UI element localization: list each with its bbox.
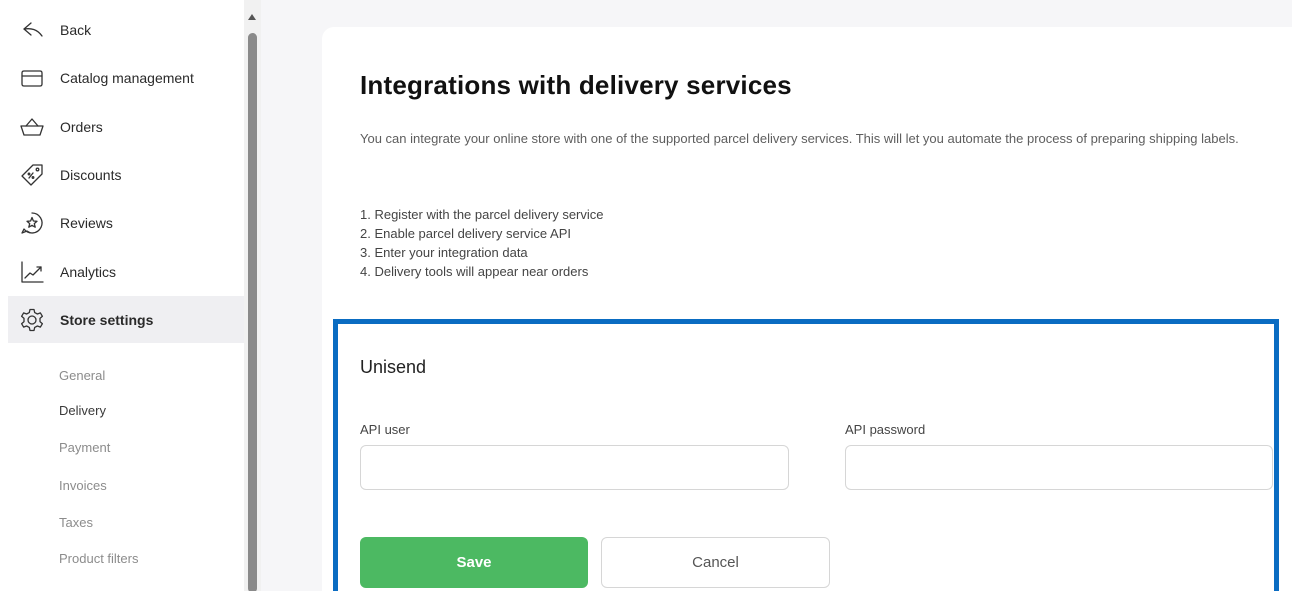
back-arrow-icon [18, 16, 46, 44]
sidebar-item-back[interactable]: Back [8, 6, 244, 53]
sidebar-item-label: Store settings [60, 311, 154, 328]
sidebar-item-reviews[interactable]: Reviews [8, 199, 244, 246]
star-bubble-icon [18, 209, 46, 237]
sidebar-item-label: Orders [60, 118, 103, 135]
integration-title: Unisend [360, 357, 427, 377]
sidebar: Back Catalog management Orders Discounts… [0, 0, 244, 591]
sidebar-item-label: Reviews [60, 214, 113, 231]
sidebar-item-analytics[interactable]: Analytics [8, 248, 244, 295]
folder-icon [18, 64, 46, 92]
scroll-up-arrow-icon[interactable] [248, 14, 256, 20]
save-button[interactable]: Save [360, 537, 588, 588]
sidebar-item-label: Analytics [60, 263, 117, 280]
api-user-label: API user [360, 422, 410, 437]
sidebar-item-store-settings[interactable]: Store settings [8, 296, 244, 343]
subnav-item-invoices[interactable]: Invoices [59, 478, 107, 493]
step-item: 4. Delivery tools will appear near order… [360, 264, 589, 279]
sidebar-scrollbar[interactable] [244, 0, 261, 591]
chart-trend-icon [18, 258, 46, 286]
subnav-item-product-filters[interactable]: Product filters [59, 551, 138, 566]
api-password-input[interactable] [845, 445, 1273, 490]
subnav-item-delivery[interactable]: Delivery [59, 403, 106, 418]
main-card: Integrations with delivery services You … [322, 27, 1292, 591]
unisend-integration-panel: Unisend API user API password Save Cance… [333, 319, 1279, 591]
subnav-item-taxes[interactable]: Taxes [59, 515, 93, 530]
page-title: Integrations with delivery services [360, 70, 792, 100]
api-password-label: API password [845, 422, 926, 437]
discount-tag-icon [18, 161, 46, 189]
basket-icon [18, 113, 46, 141]
sidebar-item-catalog-management[interactable]: Catalog management [8, 54, 244, 101]
step-item: 1. Register with the parcel delivery ser… [360, 207, 604, 222]
subnav-item-payment[interactable]: Payment [59, 440, 110, 455]
steps-list: 1. Register with the parcel delivery ser… [360, 205, 604, 281]
sidebar-item-discounts[interactable]: Discounts [8, 151, 244, 198]
subnav-item-general[interactable]: General [59, 368, 105, 383]
sidebar-item-orders[interactable]: Orders [8, 103, 244, 150]
step-item: 3. Enter your integration data [360, 245, 528, 260]
scrollbar-thumb[interactable] [248, 33, 257, 591]
cancel-button[interactable]: Cancel [601, 537, 830, 588]
sidebar-item-label: Back [60, 21, 92, 38]
sidebar-item-label: Discounts [60, 166, 122, 183]
step-item: 2. Enable parcel delivery service API [360, 226, 571, 241]
intro-text: You can integrate your online store with… [360, 131, 1239, 146]
api-user-input[interactable] [360, 445, 789, 490]
sidebar-item-label: Catalog management [60, 69, 194, 86]
gear-icon [18, 306, 46, 334]
